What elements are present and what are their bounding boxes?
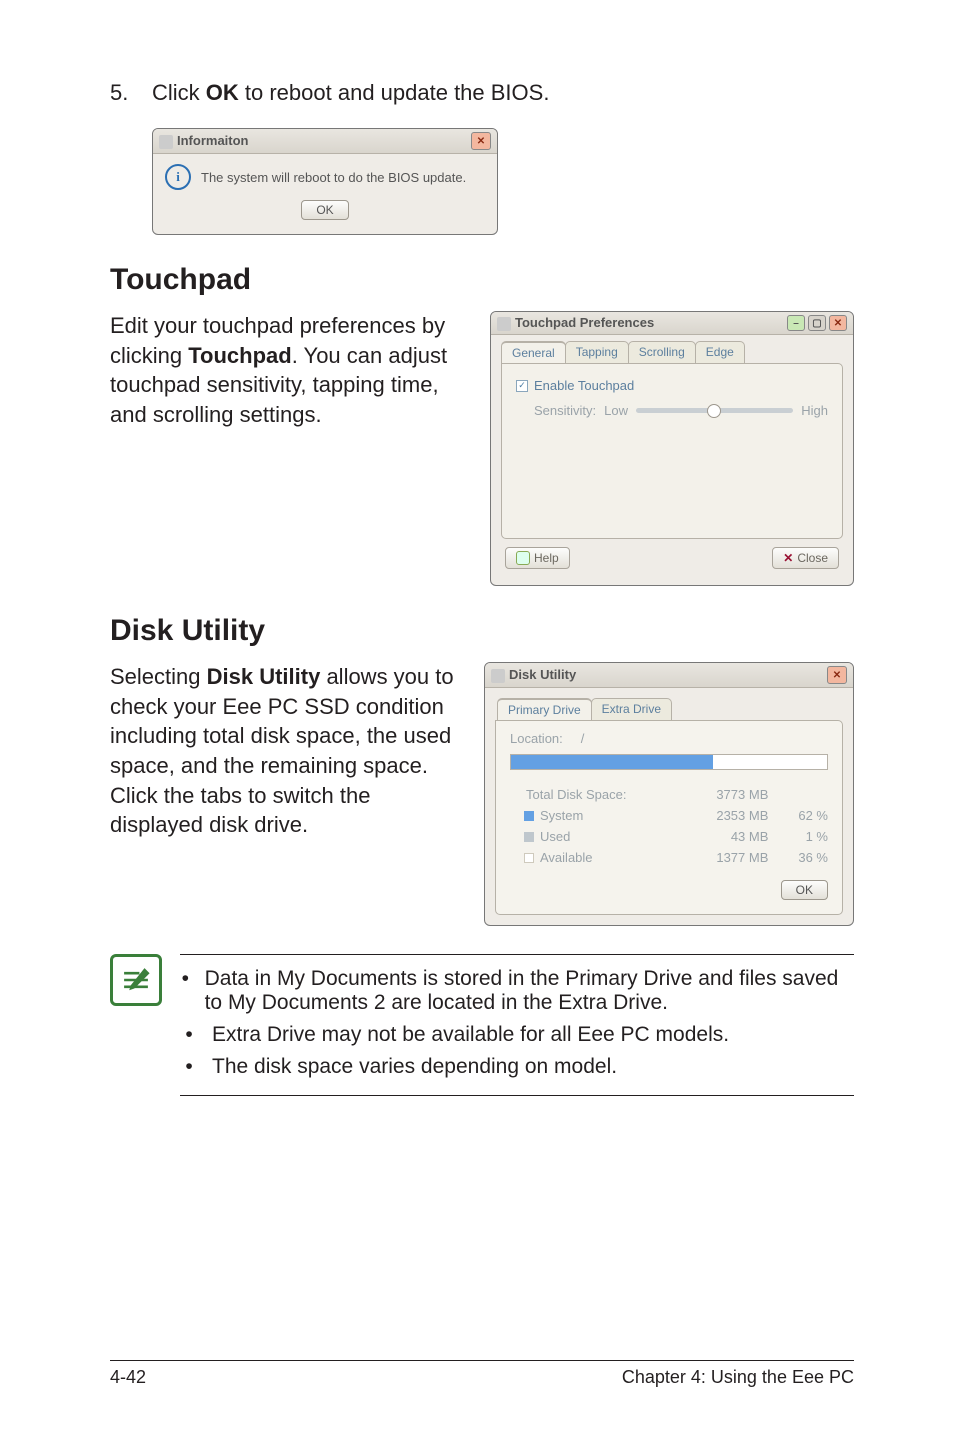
disk-utility-heading: Disk Utility [110,614,854,648]
list-item: •Data in My Documents is stored in the P… [180,965,854,1021]
sensitivity-low: Low [604,403,628,418]
swatch-icon [524,832,534,842]
note-icon [110,954,162,1006]
list-item: •Extra Drive may not be available for al… [180,1021,854,1053]
row-available: Available 1377 MB 36 % [510,847,828,868]
close-x-icon: ✕ [783,551,793,565]
note-box: •Data in My Documents is stored in the P… [110,954,854,1096]
dialog-icon [491,669,505,683]
tab-primary-drive[interactable]: Primary Drive [497,698,592,720]
close-icon[interactable]: ✕ [829,315,847,331]
tab-panel-general: ✓ Enable Touchpad Sensitivity: Low High [501,363,843,539]
disk-tabs: Primary Drive Extra Drive [497,698,845,720]
tab-general[interactable]: General [501,341,566,363]
location-label: Location: [510,731,563,746]
maximize-icon[interactable]: ▢ [808,315,826,331]
checkbox-icon: ✓ [516,380,528,392]
minimize-icon[interactable]: – [787,315,805,331]
close-icon[interactable]: ✕ [827,666,847,684]
help-button[interactable]: Help [505,547,570,569]
location-value: / [581,731,585,746]
touchpad-title: Touchpad Preferences [515,315,654,330]
disk-free-segment [713,755,827,769]
touchpad-paragraph: Edit your touchpad preferences by clicki… [110,311,472,430]
information-title: Informaiton [177,133,249,148]
disk-utility-paragraph: Selecting Disk Utility allows you to che… [110,662,466,840]
page-footer: 4-42 Chapter 4: Using the Eee PC [110,1360,854,1388]
ok-button[interactable]: OK [301,200,348,220]
disk-utility-title: Disk Utility [509,667,576,682]
touchpad-heading: Touchpad [110,263,854,297]
tab-scrolling[interactable]: Scrolling [628,341,696,363]
dialog-icon [497,317,511,331]
page-number: 4-42 [110,1367,146,1388]
swatch-icon [524,853,534,863]
information-message: The system will reboot to do the BIOS up… [201,170,466,185]
step-text: Click OK to reboot and update the BIOS. [152,80,549,106]
close-icon[interactable]: ✕ [471,132,491,150]
information-titlebar: Informaiton ✕ [153,129,497,154]
tab-tapping[interactable]: Tapping [565,341,629,363]
touchpad-tabs: General Tapping Scrolling Edge [501,341,847,363]
information-dialog: Informaiton ✕ i The system will reboot t… [152,128,498,235]
note-list: •Data in My Documents is stored in the P… [180,954,854,1096]
row-system: System 2353 MB 62 % [510,805,828,826]
sensitivity-slider[interactable] [636,408,793,413]
touchpad-titlebar: Touchpad Preferences – ▢ ✕ [491,312,853,335]
slider-knob[interactable] [707,404,721,418]
touchpad-preferences-dialog: Touchpad Preferences – ▢ ✕ General Tappi… [490,311,854,586]
disk-usage-bar [510,754,828,770]
disk-utility-dialog: Disk Utility ✕ Primary Drive Extra Drive… [484,662,854,926]
chapter-label: Chapter 4: Using the Eee PC [622,1367,854,1388]
close-button[interactable]: ✕Close [772,547,839,569]
tab-edge[interactable]: Edge [695,341,745,363]
primary-drive-panel: Location: / Total Disk Space: 3773 MB Sy… [495,720,843,915]
info-icon: i [165,164,191,190]
step-number: 5. [110,80,152,106]
sensitivity-high: High [801,403,828,418]
tab-extra-drive[interactable]: Extra Drive [591,698,672,720]
swatch-icon [524,811,534,821]
disk-table: Total Disk Space: 3773 MB System 2353 MB… [510,784,828,868]
dialog-icon [159,135,173,149]
step-5: 5. Click OK to reboot and update the BIO… [110,80,854,106]
enable-touchpad-checkbox[interactable]: ✓ Enable Touchpad [516,378,828,393]
help-icon [516,551,530,565]
ok-button[interactable]: OK [781,880,828,900]
list-item: •The disk space varies depending on mode… [180,1053,854,1085]
disk-utility-titlebar: Disk Utility ✕ [485,663,853,688]
swatch-icon [510,790,520,800]
sensitivity-label: Sensitivity: [534,403,596,418]
row-total: Total Disk Space: 3773 MB [510,784,828,805]
row-used: Used 43 MB 1 % [510,826,828,847]
sensitivity-row: Sensitivity: Low High [516,403,828,418]
pencil-note-icon [119,963,153,997]
